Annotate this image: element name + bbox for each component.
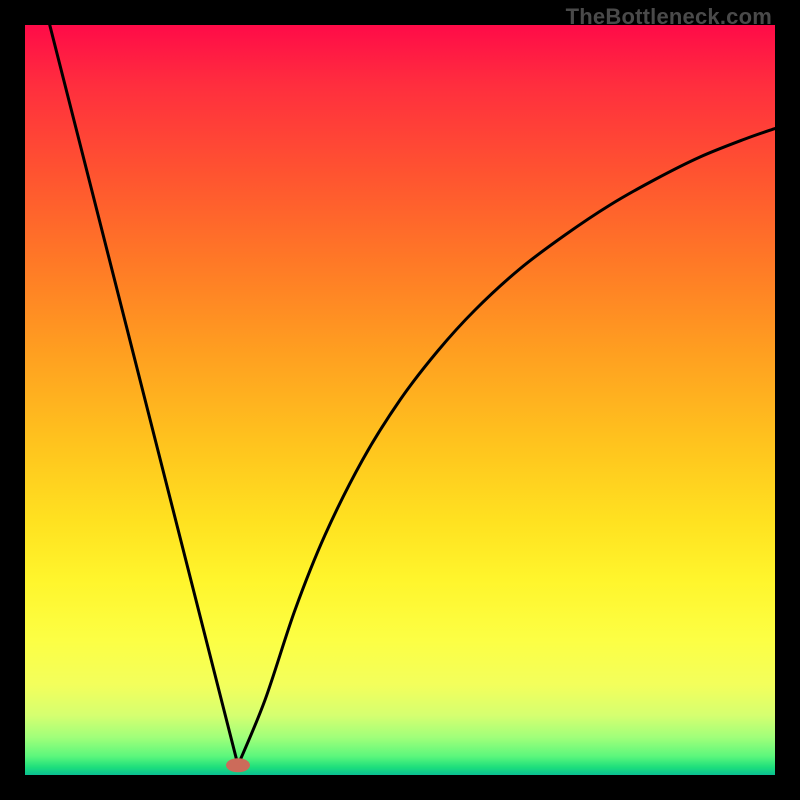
plot-area xyxy=(25,25,775,775)
curve-left-branch xyxy=(50,25,238,765)
chart-frame: TheBottleneck.com xyxy=(0,0,800,800)
curve-right-branch xyxy=(238,129,775,766)
bottleneck-curve xyxy=(25,25,775,775)
minimum-marker xyxy=(226,758,250,772)
watermark-text: TheBottleneck.com xyxy=(566,4,772,30)
